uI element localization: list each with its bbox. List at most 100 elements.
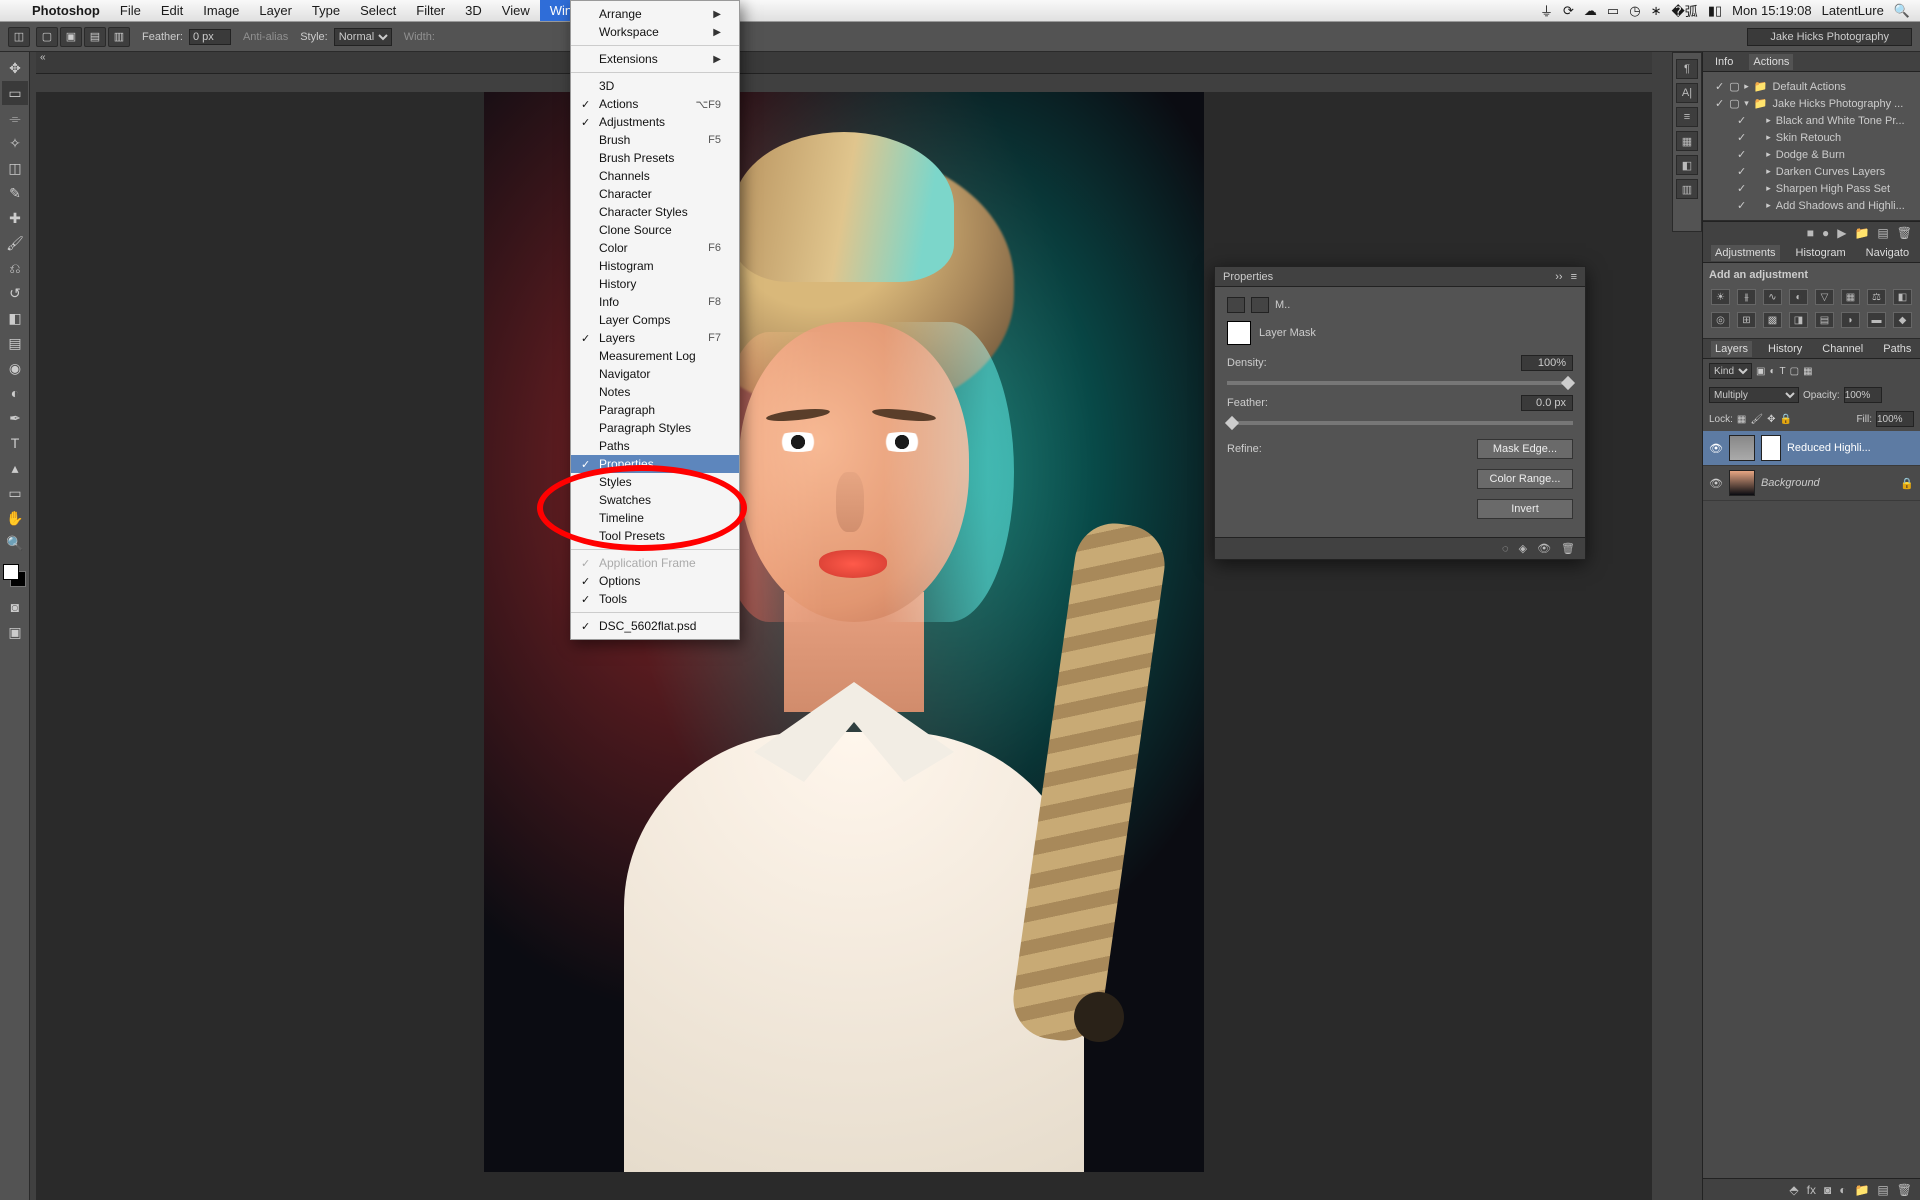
- color-panel-icon[interactable]: ◧: [1676, 155, 1698, 175]
- swatches-panel-icon[interactable]: ▦: [1676, 131, 1698, 151]
- trash-icon[interactable]: 🗑: [1897, 226, 1912, 240]
- colorlookup-adj-icon[interactable]: ▩: [1763, 312, 1782, 328]
- pixel-mask-icon[interactable]: [1227, 297, 1245, 313]
- menu-item-properties[interactable]: Properties: [571, 455, 739, 473]
- menu-item-character[interactable]: Character: [571, 185, 739, 203]
- menubar-user[interactable]: LatentLure: [1822, 3, 1884, 18]
- selection-add-icon[interactable]: ▣: [60, 27, 82, 47]
- clone-stamp-tool-icon[interactable]: ⎌: [2, 256, 28, 280]
- app-name[interactable]: Photoshop: [22, 3, 110, 18]
- menu-workspace[interactable]: Workspace▶: [571, 23, 739, 41]
- menubar-clock[interactable]: Mon 15:19:08: [1732, 3, 1812, 18]
- delete-mask-icon[interactable]: 🗑: [1561, 542, 1575, 555]
- crop-tool-icon[interactable]: ◫: [2, 156, 28, 180]
- bluetooth-icon[interactable]: ∗: [1651, 3, 1662, 19]
- magic-wand-tool-icon[interactable]: ✧: [2, 131, 28, 155]
- menu-image[interactable]: Image: [193, 0, 249, 21]
- exposure-adj-icon[interactable]: ◐: [1789, 289, 1808, 305]
- properties-panel[interactable]: Properties ›› ≡ M.. Layer Mask Den: [1214, 266, 1586, 560]
- selective-adj-icon[interactable]: ◆: [1893, 312, 1912, 328]
- hand-tool-icon[interactable]: ✋: [2, 506, 28, 530]
- vibrance-adj-icon[interactable]: ▽: [1815, 289, 1834, 305]
- channelmixer-adj-icon[interactable]: ⊞: [1737, 312, 1756, 328]
- lock-pixels-icon[interactable]: 🖌: [1750, 414, 1763, 425]
- histogram-tab[interactable]: Histogram: [1792, 245, 1850, 261]
- visibility-icon[interactable]: 👁: [1709, 477, 1723, 490]
- collapse-panel-icon[interactable]: ››: [1555, 271, 1562, 283]
- actions-tab[interactable]: Actions: [1749, 54, 1793, 70]
- selection-subtract-icon[interactable]: ▤: [84, 27, 106, 47]
- menu-item-brush presets[interactable]: Brush Presets: [571, 149, 739, 167]
- menu-file[interactable]: File: [110, 0, 151, 21]
- selection-new-icon[interactable]: ▢: [36, 27, 58, 47]
- battery-icon[interactable]: ▮▯: [1708, 3, 1722, 19]
- action-row[interactable]: ✓▸Black and White Tone Pr...: [1709, 112, 1914, 129]
- paragraph-panel-icon[interactable]: A|: [1676, 83, 1698, 103]
- menu-arrange[interactable]: Arrange▶: [571, 5, 739, 23]
- opacity-input[interactable]: [1844, 387, 1882, 403]
- menu-item-clone source[interactable]: Clone Source: [571, 221, 739, 239]
- delete-layer-icon[interactable]: 🗑: [1897, 1183, 1912, 1197]
- threshold-adj-icon[interactable]: ◗: [1841, 312, 1860, 328]
- menu-type[interactable]: Type: [302, 0, 350, 21]
- type-tool-icon[interactable]: T: [2, 431, 28, 455]
- menu-item-swatches[interactable]: Swatches: [571, 491, 739, 509]
- mask-edge-button[interactable]: Mask Edge...: [1477, 439, 1573, 459]
- new-adj-layer-icon[interactable]: ◐: [1839, 1183, 1846, 1197]
- filter-pixel-icon[interactable]: ▣: [1756, 366, 1765, 377]
- blend-mode-select[interactable]: Multiply: [1709, 387, 1799, 403]
- layer-row[interactable]: 👁Background🔒: [1703, 466, 1920, 501]
- fx-icon[interactable]: fx: [1807, 1183, 1816, 1197]
- menu-item-paths[interactable]: Paths: [571, 437, 739, 455]
- menu-options[interactable]: Options: [571, 572, 739, 590]
- lock-all-icon[interactable]: 🔒: [1779, 414, 1791, 425]
- libraries-panel-icon[interactable]: ▥: [1676, 179, 1698, 199]
- gradmap-adj-icon[interactable]: ▬: [1867, 312, 1886, 328]
- style-select[interactable]: Normal: [334, 28, 392, 46]
- menu-item-history[interactable]: History: [571, 275, 739, 293]
- wifi-icon[interactable]: ⏚: [1540, 1, 1553, 20]
- paths-tab[interactable]: Paths: [1879, 341, 1915, 357]
- selection-intersect-icon[interactable]: ▥: [108, 27, 130, 47]
- path-select-tool-icon[interactable]: ▴: [2, 456, 28, 480]
- canvas-area[interactable]: [36, 92, 1652, 1200]
- shape-tool-icon[interactable]: ▭: [2, 481, 28, 505]
- photofilter-adj-icon[interactable]: ◎: [1711, 312, 1730, 328]
- wifi2-icon[interactable]: �弧: [1671, 1, 1697, 20]
- feather-slider[interactable]: [1227, 421, 1573, 425]
- action-row[interactable]: ✓▢▸📁Default Actions: [1709, 78, 1914, 95]
- menu-filter[interactable]: Filter: [406, 0, 455, 21]
- lock-pos-icon[interactable]: ✥: [1767, 414, 1775, 425]
- lasso-tool-icon[interactable]: ⌯: [2, 106, 28, 130]
- menu-item-navigator[interactable]: Navigator: [571, 365, 739, 383]
- menu-edit[interactable]: Edit: [151, 0, 193, 21]
- menu-3d[interactable]: 3D: [455, 0, 492, 21]
- filter-smart-icon[interactable]: ▦: [1803, 366, 1812, 377]
- menu-item-character styles[interactable]: Character Styles: [571, 203, 739, 221]
- properties-panel-header[interactable]: Properties ›› ≡: [1215, 267, 1585, 287]
- density-value[interactable]: 100%: [1521, 355, 1573, 371]
- color-swatches[interactable]: [0, 562, 29, 594]
- menu-item-tool presets[interactable]: Tool Presets: [571, 527, 739, 545]
- add-mask-icon[interactable]: ◙: [1824, 1183, 1831, 1197]
- menu-layer[interactable]: Layer: [249, 0, 302, 21]
- move-tool-icon[interactable]: ✥: [2, 56, 28, 80]
- cloud-icon[interactable]: ☁: [1584, 3, 1597, 19]
- menu-item-actions[interactable]: Actions⌥F9: [571, 95, 739, 113]
- timemachine-icon[interactable]: ◷: [1629, 3, 1640, 19]
- panel-menu-icon[interactable]: ≡: [1571, 271, 1577, 283]
- disable-mask-icon[interactable]: 👁: [1537, 542, 1551, 555]
- filter-shape-icon[interactable]: ▢: [1790, 366, 1799, 377]
- menu-app-frame[interactable]: Application Frame: [571, 554, 739, 572]
- levels-adj-icon[interactable]: ⫵: [1737, 289, 1756, 305]
- menu-view[interactable]: View: [492, 0, 540, 21]
- foreground-color-swatch[interactable]: [3, 564, 19, 580]
- history-brush-tool-icon[interactable]: ↺: [2, 281, 28, 305]
- stop-icon[interactable]: ■: [1807, 226, 1814, 240]
- blur-tool-icon[interactable]: ◉: [2, 356, 28, 380]
- action-row[interactable]: ✓▸Add Shadows and Highli...: [1709, 197, 1914, 214]
- feather-input[interactable]: [189, 29, 231, 45]
- bw-adj-icon[interactable]: ◧: [1893, 289, 1912, 305]
- spotlight-icon[interactable]: 🔍: [1894, 3, 1910, 19]
- visibility-icon[interactable]: 👁: [1709, 442, 1723, 455]
